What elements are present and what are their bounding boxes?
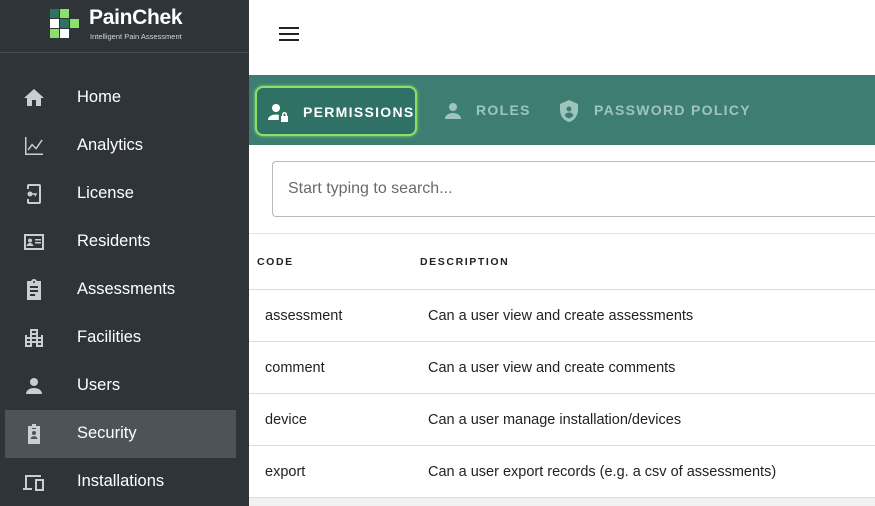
permission-code: comment: [265, 360, 325, 376]
table-row[interactable]: device Can a user manage installation/de…: [249, 394, 875, 446]
sidebar-item-residents[interactable]: Residents: [0, 218, 249, 266]
sidebar-item-label: Home: [77, 88, 122, 106]
sidebar-nav: Home Analytics License Residents Assessm…: [0, 74, 249, 506]
hamburger-menu-icon[interactable]: [279, 27, 299, 43]
tab-permissions[interactable]: PERMISSIONS: [255, 86, 417, 136]
permission-description: Can a user view and create comments: [428, 360, 676, 376]
brand-tagline: Intelligent Pain Assessment: [90, 32, 182, 41]
table-row[interactable]: comment Can a user view and create comme…: [249, 342, 875, 394]
security-tabs: PERMISSIONS ROLES PASSWORD POLICY: [249, 75, 875, 145]
residents-icon: [22, 230, 46, 254]
person-icon: [441, 99, 465, 123]
sidebar-item-analytics[interactable]: Analytics: [0, 122, 249, 170]
sidebar-item-license[interactable]: License: [0, 170, 249, 218]
sidebar-item-label: Assessments: [77, 280, 176, 298]
building-icon: [22, 326, 46, 350]
shield-user-icon: [557, 99, 581, 123]
top-bar: [249, 0, 875, 75]
sidebar-item-users[interactable]: Users: [0, 362, 249, 410]
tab-label: PASSWORD POLICY: [594, 102, 751, 118]
devices-icon: [22, 470, 46, 494]
license-icon: [22, 182, 46, 206]
tab-label: PERMISSIONS: [303, 104, 415, 120]
sidebar-item-label: Security: [77, 424, 137, 442]
sidebar-item-label: Users: [77, 376, 121, 394]
home-icon: [22, 86, 46, 110]
permission-description: Can a user view and create assessments: [428, 308, 694, 324]
sidebar-item-installations[interactable]: Installations: [0, 458, 249, 506]
sidebar-item-label: Residents: [77, 232, 151, 250]
clipboard-icon: [22, 278, 46, 302]
user-lock-icon: [267, 101, 291, 125]
sidebar-item-label: Installations: [77, 472, 165, 490]
table-row[interactable]: assessment Can a user view and create as…: [249, 290, 875, 342]
search-input[interactable]: [272, 161, 875, 217]
sidebar-item-security[interactable]: Security: [5, 410, 236, 458]
sidebar-item-assessments[interactable]: Assessments: [0, 266, 249, 314]
sidebar-item-label: Facilities: [77, 328, 142, 346]
sidebar-item-home[interactable]: Home: [0, 74, 249, 122]
brand-name: PainChek: [89, 6, 183, 29]
table-row[interactable]: export Can a user export records (e.g. a…: [249, 446, 875, 498]
sidebar-item-facilities[interactable]: Facilities: [0, 314, 249, 362]
table-footer: [249, 498, 875, 506]
analytics-icon: [22, 134, 46, 158]
permission-code: assessment: [265, 308, 343, 324]
tab-label: ROLES: [476, 102, 531, 118]
permission-code: export: [265, 464, 306, 480]
permission-description: Can a user manage installation/devices: [428, 412, 682, 428]
divider: [249, 233, 875, 234]
column-header-description[interactable]: DESCRIPTION: [420, 256, 509, 268]
column-header-code[interactable]: CODE: [257, 256, 294, 268]
tab-roles[interactable]: ROLES: [431, 86, 541, 136]
permission-code: device: [265, 412, 307, 428]
sidebar: PainChek Intelligent Pain Assessment Hom…: [0, 0, 249, 506]
sidebar-item-label: Analytics: [77, 136, 144, 154]
user-icon: [22, 374, 46, 398]
permission-description: Can a user export records (e.g. a csv of…: [428, 464, 777, 480]
painchek-logo-icon: [50, 9, 79, 38]
logo[interactable]: PainChek Intelligent Pain Assessment: [0, 0, 249, 53]
sidebar-item-label: License: [77, 184, 134, 202]
badge-icon: [22, 422, 46, 446]
tab-password-policy[interactable]: PASSWORD POLICY: [547, 86, 750, 136]
